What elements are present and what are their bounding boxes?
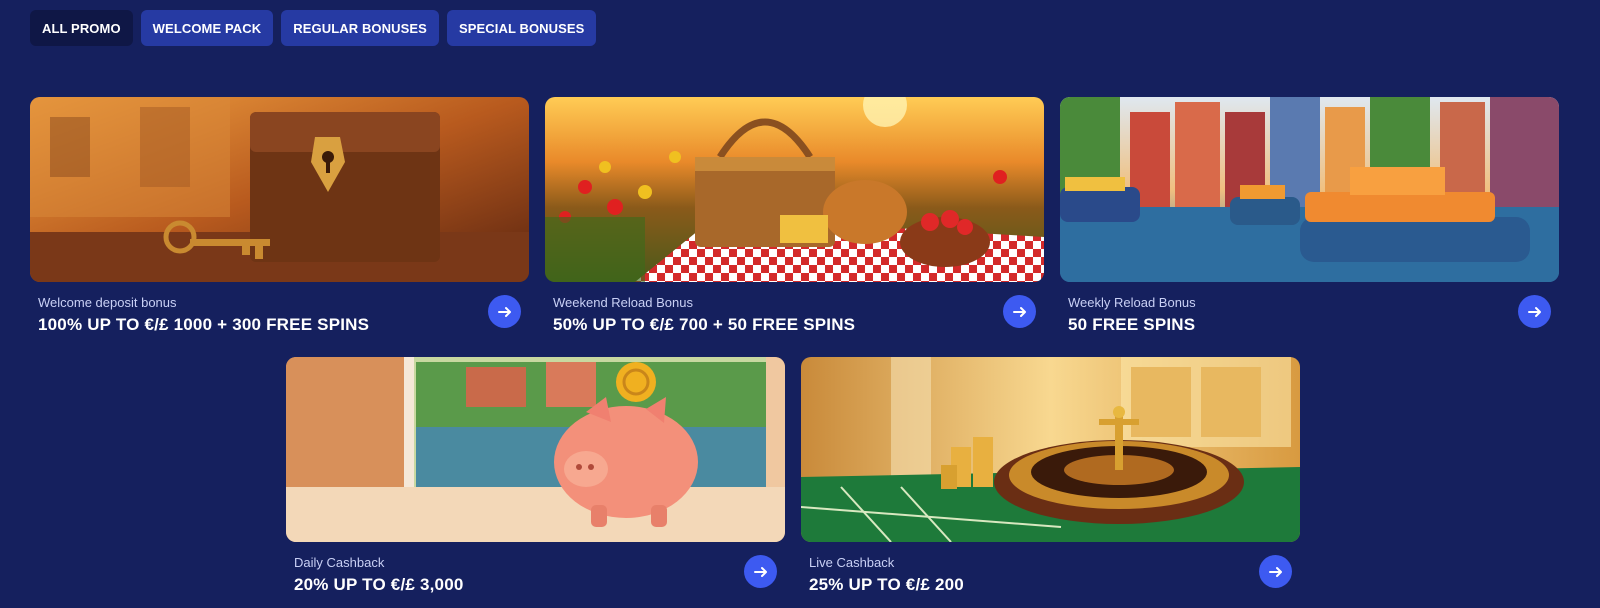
promo-image-piggy-bank[interactable]: [286, 357, 785, 542]
tab-regular-bonuses[interactable]: REGULAR BONUSES: [281, 10, 439, 46]
arrow-right-icon[interactable]: [1259, 555, 1292, 588]
promo-title: 25% UP TO €/£ 200: [809, 575, 964, 594]
promo-card-weekly-reload[interactable]: Weekly Reload Bonus 50 FREE SPINS: [1060, 97, 1559, 334]
promo-subtitle: Daily Cashback: [294, 555, 385, 570]
arrow-right-icon[interactable]: [488, 295, 521, 328]
promo-card-weekend-reload[interactable]: Weekend Reload Bonus 50% UP TO €/£ 700 +…: [545, 97, 1044, 334]
promo-image-roulette-wheel[interactable]: [801, 357, 1300, 542]
arrow-right-icon[interactable]: [1518, 295, 1551, 328]
tab-welcome-pack[interactable]: WELCOME PACK: [140, 10, 274, 46]
promo-card-live-cashback[interactable]: Live Cashback 25% UP TO €/£ 200: [801, 357, 1300, 594]
promo-image-picnic-basket[interactable]: [545, 97, 1044, 282]
promo-card-welcome[interactable]: Welcome deposit bonus 100% UP TO €/£ 100…: [30, 97, 529, 334]
arrow-right-icon[interactable]: [744, 555, 777, 588]
promo-image-treasure-chest[interactable]: [30, 97, 529, 282]
promo-title: 50% UP TO €/£ 700 + 50 FREE SPINS: [553, 315, 856, 334]
tab-special-bonuses[interactable]: SPECIAL BONUSES: [446, 10, 597, 46]
promo-filter-tabs: ALL PROMO WELCOME PACK REGULAR BONUSES S…: [30, 10, 597, 46]
promo-image-canal-boats[interactable]: [1060, 97, 1559, 282]
promo-title: 20% UP TO €/£ 3,000: [294, 575, 464, 594]
promo-subtitle: Weekly Reload Bonus: [1068, 295, 1196, 310]
promo-subtitle: Live Cashback: [809, 555, 895, 570]
promo-subtitle: Weekend Reload Bonus: [553, 295, 693, 310]
promo-subtitle: Welcome deposit bonus: [38, 295, 177, 310]
promo-title: 100% UP TO €/£ 1000 + 300 FREE SPINS: [38, 315, 370, 334]
promo-card-daily-cashback[interactable]: Daily Cashback 20% UP TO €/£ 3,000: [286, 357, 785, 594]
tab-all-promo[interactable]: ALL PROMO: [30, 10, 133, 46]
promo-title: 50 FREE SPINS: [1068, 315, 1196, 334]
arrow-right-icon[interactable]: [1003, 295, 1036, 328]
